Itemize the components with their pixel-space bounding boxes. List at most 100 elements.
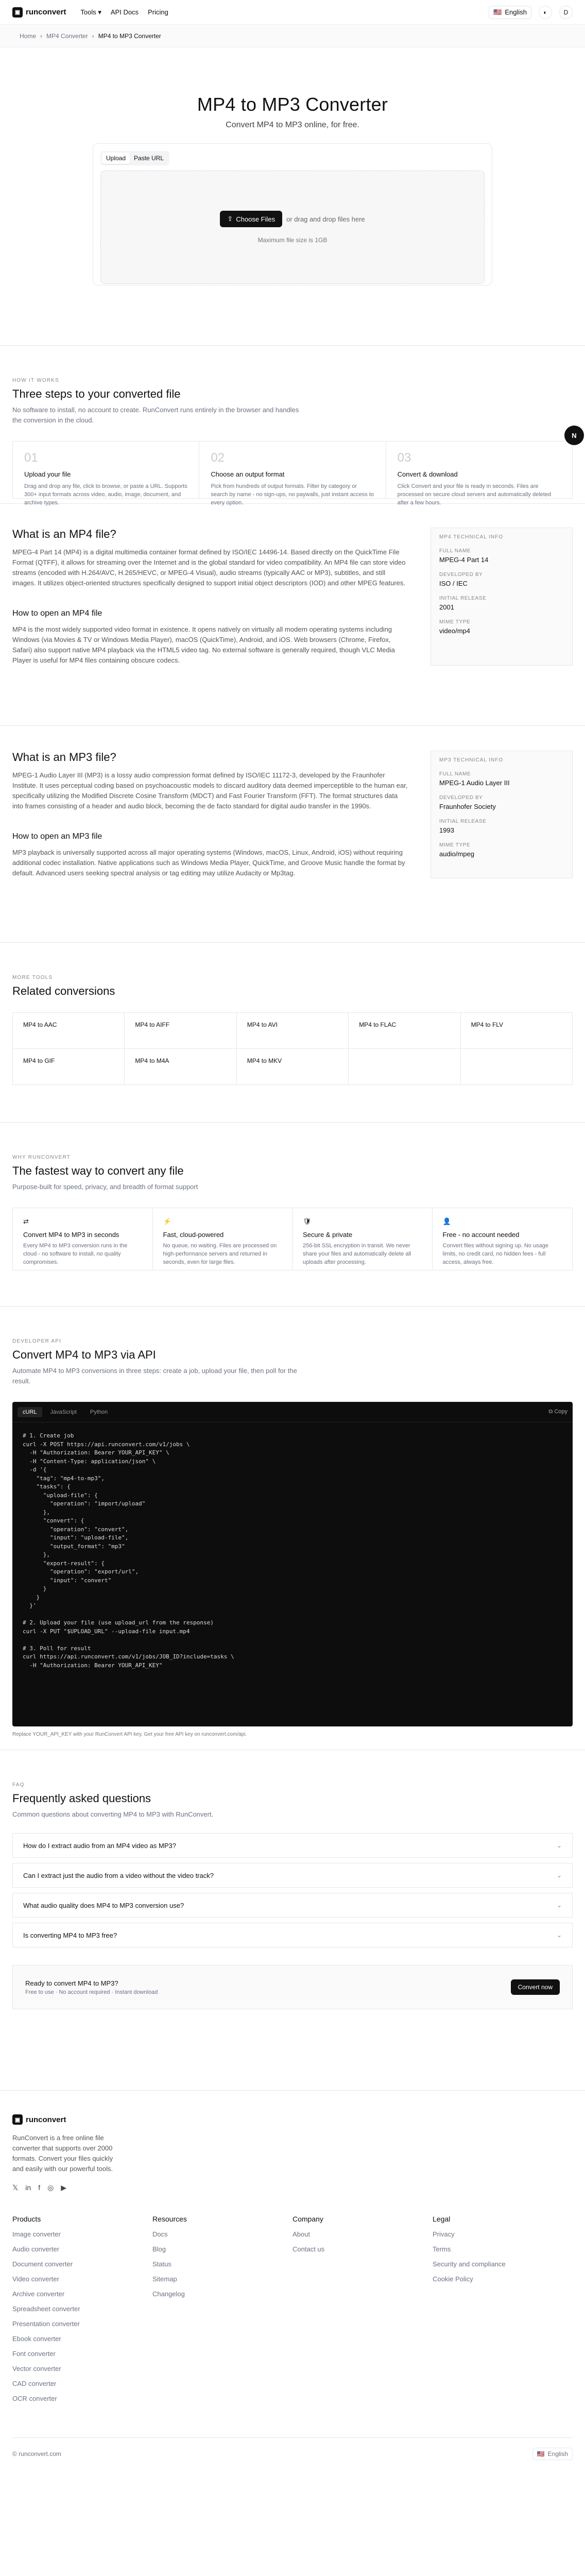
- chevron-down-icon: ⌄: [556, 1872, 562, 1879]
- breadcrumb-current: MP4 to MP3 Converter: [98, 32, 161, 40]
- linkedin-icon[interactable]: in: [25, 2183, 31, 2192]
- empty-cell: [349, 1049, 461, 1085]
- flag-icon: 🇺🇸: [493, 8, 502, 16]
- tab-paste-url[interactable]: Paste URL: [130, 152, 168, 164]
- avatar[interactable]: D: [559, 5, 573, 19]
- related-link[interactable]: MP4 to MKV: [236, 1049, 349, 1085]
- chevron-down-icon: ⌄: [556, 1902, 562, 1909]
- footer-link[interactable]: Security and compliance: [433, 2260, 573, 2268]
- related-link[interactable]: MP4 to M4A: [125, 1049, 237, 1085]
- info-value: 1993: [439, 826, 454, 834]
- tab-upload[interactable]: Upload: [102, 152, 130, 164]
- footer-link[interactable]: Font converter: [12, 2350, 152, 2358]
- tab-python[interactable]: Python: [85, 1407, 113, 1417]
- footer-link[interactable]: Blog: [152, 2245, 292, 2253]
- breadcrumb-mp4-converter[interactable]: MP4 Converter: [46, 32, 88, 40]
- related-link[interactable]: MP4 to FLV: [460, 1013, 573, 1049]
- footer-link[interactable]: Video converter: [12, 2275, 152, 2283]
- step-title: Choose an output format: [211, 470, 285, 478]
- brand-logo[interactable]: ▣ runconvert: [12, 7, 66, 18]
- next-floating-button[interactable]: N: [564, 426, 584, 445]
- footer-link[interactable]: Status: [152, 2260, 292, 2268]
- faq-item[interactable]: Can I extract just the audio from a vide…: [12, 1863, 573, 1888]
- faq-item[interactable]: Is converting MP4 to MP3 free? ⌄: [12, 1923, 573, 1947]
- info-value: MPEG-4 Part 14: [439, 556, 489, 564]
- related-conversions-section: MORE TOOLS Related conversions MP4 to AA…: [0, 943, 585, 1122]
- info-key: INITIAL RELEASE: [439, 596, 487, 601]
- feature-title: Fast, cloud-powered: [163, 1231, 224, 1239]
- copy-button[interactable]: ⧉ Copy: [548, 1409, 567, 1415]
- shield-icon: 🛡: [303, 1217, 312, 1225]
- feature-card: ⚡ Fast, cloud-powered No queue, no waiti…: [153, 1208, 292, 1270]
- breadcrumb-home[interactable]: Home: [20, 32, 36, 40]
- footer-link[interactable]: Image converter: [12, 2230, 152, 2238]
- language-selector[interactable]: 🇺🇸 English: [489, 5, 531, 19]
- step-text: Drag and drop any file, click to browse,…: [24, 483, 187, 506]
- footer-link[interactable]: Sitemap: [152, 2275, 292, 2283]
- related-link[interactable]: MP4 to GIF: [13, 1049, 125, 1085]
- step-title: Convert & download: [397, 470, 458, 478]
- footer-link[interactable]: Spreadsheet converter: [12, 2305, 152, 2313]
- footer-col-title: Products: [12, 2215, 41, 2223]
- language-label: English: [505, 8, 527, 16]
- instagram-icon[interactable]: ◎: [47, 2183, 54, 2192]
- code-content[interactable]: # 1. Create job curl -X POST https://api…: [12, 1422, 573, 1679]
- footer-link[interactable]: Presentation converter: [12, 2320, 152, 2328]
- footer-link[interactable]: Contact us: [292, 2245, 433, 2253]
- footer-link[interactable]: CAD converter: [12, 2380, 152, 2387]
- theme-toggle-icon[interactable]: ◐: [539, 5, 552, 19]
- youtube-icon[interactable]: ▶: [61, 2183, 66, 2192]
- footer-link[interactable]: Terms: [433, 2245, 573, 2253]
- footer-link[interactable]: Document converter: [12, 2260, 152, 2268]
- mp4-open-description: MP4 is the most widely supported video f…: [12, 625, 395, 664]
- related-link[interactable]: MP4 to FLAC: [349, 1013, 461, 1049]
- choose-files-button[interactable]: ⇪ Choose Files: [220, 211, 283, 227]
- facebook-icon[interactable]: f: [38, 2183, 40, 2192]
- footer-link[interactable]: About: [292, 2230, 433, 2238]
- related-link[interactable]: MP4 to AIFF: [125, 1013, 237, 1049]
- step-card: 03 Convert & download Click Convert and …: [386, 442, 572, 506]
- mp3-open-description: MP3 playback is universally supported ac…: [12, 849, 405, 877]
- section-title: The fastest way to convert any file: [12, 1164, 184, 1177]
- mp4-title: What is an MP4 file?: [12, 528, 116, 540]
- feature-card: 👤 Free - no account needed Convert files…: [433, 1208, 573, 1270]
- nav-tools[interactable]: Tools ▾: [80, 8, 101, 16]
- file-dropzone[interactable]: ⇪ Choose Files or drag and drop files he…: [100, 171, 485, 284]
- footer-link[interactable]: Archive converter: [12, 2290, 152, 2298]
- brand-name: runconvert: [26, 8, 66, 16]
- convert-now-button[interactable]: Convert now: [510, 1979, 560, 1995]
- faq-item[interactable]: How do I extract audio from an MP4 video…: [12, 1833, 573, 1858]
- mp3-title: What is an MP3 file?: [12, 751, 116, 764]
- footer-link[interactable]: Ebook converter: [12, 2335, 152, 2343]
- related-link[interactable]: MP4 to AVI: [236, 1013, 349, 1049]
- tab-javascript[interactable]: JavaScript: [45, 1407, 82, 1417]
- twitter-x-icon[interactable]: 𝕏: [12, 2183, 18, 2192]
- section-title: Convert MP4 to MP3 via API: [12, 1348, 156, 1361]
- footer-link[interactable]: Audio converter: [12, 2245, 152, 2253]
- why-section: WHY RUNCONVERT The fastest way to conver…: [0, 1123, 585, 1306]
- nav-pricing[interactable]: Pricing: [148, 8, 168, 16]
- step-title: Upload your file: [24, 470, 71, 478]
- faq-section: FAQ Frequently asked questions Common qu…: [0, 1750, 585, 2053]
- section-kicker: DEVELOPER API: [12, 1338, 62, 1344]
- related-grid: MP4 to AAC MP4 to AIFF MP4 to AVI MP4 to…: [12, 1012, 573, 1085]
- info-key: MIME TYPE: [439, 842, 471, 848]
- footer-link[interactable]: Privacy: [433, 2230, 573, 2238]
- footer-logo[interactable]: ▣ runconvert: [12, 2114, 573, 2125]
- footer-language-selector[interactable]: 🇺🇸 English: [532, 2447, 573, 2460]
- footer-link[interactable]: Vector converter: [12, 2365, 152, 2372]
- footer-link[interactable]: OCR converter: [12, 2395, 152, 2402]
- footer-link[interactable]: Cookie Policy: [433, 2275, 573, 2283]
- section-title: Related conversions: [12, 985, 115, 997]
- section-kicker: FAQ: [12, 1782, 25, 1788]
- nav-api-docs[interactable]: API Docs: [111, 8, 139, 16]
- step-text: Pick from hundreds of output formats. Fi…: [211, 483, 374, 506]
- feature-text: 256-bit SSL encryption in transit. We ne…: [303, 1243, 411, 1265]
- related-link[interactable]: MP4 to AAC: [13, 1013, 125, 1049]
- faq-item[interactable]: What audio quality does MP4 to MP3 conve…: [12, 1893, 573, 1918]
- code-block: cURL JavaScript Python ⧉ Copy # 1. Creat…: [12, 1402, 573, 1726]
- tab-curl[interactable]: cURL: [18, 1406, 42, 1417]
- footer-link[interactable]: Docs: [152, 2230, 292, 2238]
- footer-link[interactable]: Changelog: [152, 2290, 292, 2298]
- drag-drop-text: or drag and drop files here: [286, 215, 365, 223]
